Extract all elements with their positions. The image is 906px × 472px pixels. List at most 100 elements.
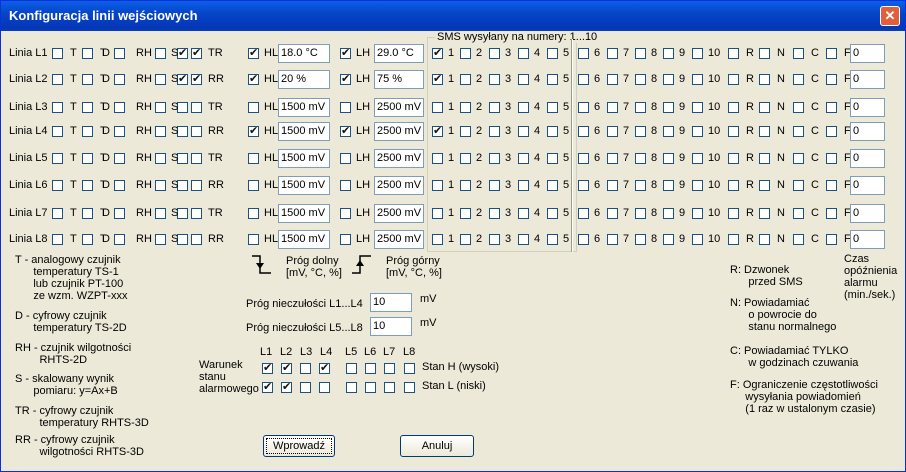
extra-r-checkbox-l7[interactable] bbox=[728, 208, 739, 219]
flag-tr-checkbox-l4[interactable] bbox=[191, 126, 202, 137]
insensitivity-input-1[interactable]: 10 bbox=[370, 293, 412, 312]
delay-input-l4[interactable]: 0 bbox=[850, 122, 885, 141]
hl-input-l5[interactable]: 1500 mV bbox=[278, 149, 330, 168]
warunek-high-l5-checkbox[interactable] bbox=[346, 363, 357, 374]
sms-2-checkbox-l3[interactable] bbox=[460, 102, 471, 113]
extra-f-checkbox-l3[interactable] bbox=[826, 102, 837, 113]
flag-s-checkbox-l7[interactable] bbox=[177, 208, 188, 219]
sms-4-checkbox-l7[interactable] bbox=[518, 208, 529, 219]
sms-3-checkbox-l8[interactable] bbox=[489, 234, 500, 245]
sms-9-checkbox-l5[interactable] bbox=[663, 153, 674, 164]
sms-6-checkbox-l7[interactable] bbox=[578, 208, 589, 219]
sms-4-checkbox-l2[interactable] bbox=[518, 74, 529, 85]
flag-d-checkbox-l4[interactable] bbox=[114, 126, 125, 137]
extra-n-checkbox-l7[interactable] bbox=[759, 208, 770, 219]
flag-rh-checkbox-l2[interactable] bbox=[155, 74, 166, 85]
extra-r-checkbox-l2[interactable] bbox=[728, 74, 739, 85]
lh-checkbox-l3[interactable] bbox=[340, 102, 351, 113]
extra-c-checkbox-l8[interactable] bbox=[793, 234, 804, 245]
extra-f-checkbox-l7[interactable] bbox=[826, 208, 837, 219]
insensitivity-input-2[interactable]: 10 bbox=[370, 317, 412, 336]
hl-checkbox-l4[interactable] bbox=[248, 124, 259, 137]
sms-4-checkbox-l8[interactable] bbox=[518, 234, 529, 245]
lh-input-l8[interactable]: 2500 mV bbox=[374, 230, 424, 249]
flag-tr-checkbox-l3[interactable] bbox=[191, 102, 202, 113]
warunek-high-l6-checkbox[interactable] bbox=[365, 363, 376, 374]
sms-1-checkbox-l8[interactable] bbox=[432, 234, 443, 245]
flag-tr-checkbox-l1[interactable] bbox=[191, 46, 202, 59]
sms-10-checkbox-l6[interactable] bbox=[692, 180, 703, 191]
flag-d-checkbox-l3[interactable] bbox=[114, 102, 125, 113]
sms-4-checkbox-l3[interactable] bbox=[518, 102, 529, 113]
extra-c-checkbox-l1[interactable] bbox=[793, 48, 804, 59]
delay-input-l3[interactable]: 0 bbox=[850, 98, 885, 117]
sms-4-checkbox-l4[interactable] bbox=[518, 126, 529, 137]
warunek-low-l8-checkbox[interactable] bbox=[404, 382, 415, 393]
sms-10-checkbox-l5[interactable] bbox=[692, 153, 703, 164]
warunek-low-l6-checkbox[interactable] bbox=[365, 382, 376, 393]
delay-input-l1[interactable]: 0 bbox=[850, 44, 885, 63]
sms-1-checkbox-l1[interactable] bbox=[432, 46, 443, 59]
sms-10-checkbox-l8[interactable] bbox=[692, 234, 703, 245]
sms-1-checkbox-l5[interactable] bbox=[432, 153, 443, 164]
sms-2-checkbox-l7[interactable] bbox=[460, 208, 471, 219]
hl-checkbox-l8[interactable] bbox=[248, 234, 259, 245]
hl-input-l1[interactable]: 18.0 °C bbox=[278, 44, 330, 63]
flag-d-checkbox-l8[interactable] bbox=[114, 234, 125, 245]
flag-t-checkbox-l4[interactable] bbox=[52, 126, 63, 137]
extra-n-checkbox-l4[interactable] bbox=[759, 126, 770, 137]
sms-8-checkbox-l4[interactable] bbox=[635, 126, 646, 137]
extra-r-checkbox-l8[interactable] bbox=[728, 234, 739, 245]
sms-2-checkbox-l1[interactable] bbox=[460, 48, 471, 59]
lh-checkbox-l2[interactable] bbox=[340, 72, 351, 85]
flag-t-checkbox-l5[interactable] bbox=[52, 153, 63, 164]
sms-6-checkbox-l5[interactable] bbox=[578, 153, 589, 164]
sms-10-checkbox-l3[interactable] bbox=[692, 102, 703, 113]
flag-d-checkbox-l7[interactable] bbox=[114, 208, 125, 219]
flag-d-checkbox-l2[interactable] bbox=[114, 74, 125, 85]
lh-input-l4[interactable]: 2500 mV bbox=[374, 122, 424, 141]
sms-8-checkbox-l6[interactable] bbox=[635, 180, 646, 191]
sms-7-checkbox-l7[interactable] bbox=[607, 208, 618, 219]
sms-10-checkbox-l4[interactable] bbox=[692, 126, 703, 137]
extra-c-checkbox-l2[interactable] bbox=[793, 74, 804, 85]
flag-t-checkbox-l1[interactable] bbox=[52, 48, 63, 59]
lh-input-l1[interactable]: 29.0 °C bbox=[374, 44, 424, 63]
flag-s-checkbox-l6[interactable] bbox=[177, 180, 188, 191]
extra-c-checkbox-l3[interactable] bbox=[793, 102, 804, 113]
extra-r-checkbox-l3[interactable] bbox=[728, 102, 739, 113]
sms-5-checkbox-l1[interactable] bbox=[547, 48, 558, 59]
extra-n-checkbox-l6[interactable] bbox=[759, 180, 770, 191]
extra-c-checkbox-l4[interactable] bbox=[793, 126, 804, 137]
hl-input-l4[interactable]: 1500 mV bbox=[278, 122, 330, 141]
lh-input-l6[interactable]: 2500 mV bbox=[374, 176, 424, 195]
flag-s-checkbox-l1[interactable] bbox=[177, 46, 188, 59]
extra-n-checkbox-l5[interactable] bbox=[759, 153, 770, 164]
extra-r-checkbox-l1[interactable] bbox=[728, 48, 739, 59]
flag-t-checkbox-l8[interactable] bbox=[82, 234, 93, 245]
flag-t-checkbox-l4[interactable] bbox=[82, 126, 93, 137]
extra-f-checkbox-l2[interactable] bbox=[826, 74, 837, 85]
delay-input-l2[interactable]: 0 bbox=[850, 70, 885, 89]
sms-9-checkbox-l6[interactable] bbox=[663, 180, 674, 191]
sms-4-checkbox-l1[interactable] bbox=[518, 48, 529, 59]
sms-1-checkbox-l6[interactable] bbox=[432, 180, 443, 191]
sms-2-checkbox-l2[interactable] bbox=[460, 74, 471, 85]
hl-input-l6[interactable]: 1500 mV bbox=[278, 176, 330, 195]
sms-7-checkbox-l8[interactable] bbox=[607, 234, 618, 245]
sms-7-checkbox-l2[interactable] bbox=[607, 74, 618, 85]
sms-1-checkbox-l4[interactable] bbox=[432, 124, 443, 137]
flag-rh-checkbox-l6[interactable] bbox=[155, 180, 166, 191]
lh-checkbox-l1[interactable] bbox=[340, 46, 351, 59]
extra-r-checkbox-l4[interactable] bbox=[728, 126, 739, 137]
flag-s-checkbox-l2[interactable] bbox=[177, 72, 188, 85]
flag-d-checkbox-l5[interactable] bbox=[114, 153, 125, 164]
hl-checkbox-l2[interactable] bbox=[248, 72, 259, 85]
warunek-high-l3-checkbox[interactable] bbox=[300, 363, 311, 374]
hl-input-l7[interactable]: 1500 mV bbox=[278, 204, 330, 223]
sms-3-checkbox-l4[interactable] bbox=[489, 126, 500, 137]
sms-1-checkbox-l7[interactable] bbox=[432, 208, 443, 219]
flag-s-checkbox-l3[interactable] bbox=[177, 102, 188, 113]
sms-8-checkbox-l2[interactable] bbox=[635, 74, 646, 85]
warunek-low-l4-checkbox[interactable] bbox=[319, 382, 330, 393]
